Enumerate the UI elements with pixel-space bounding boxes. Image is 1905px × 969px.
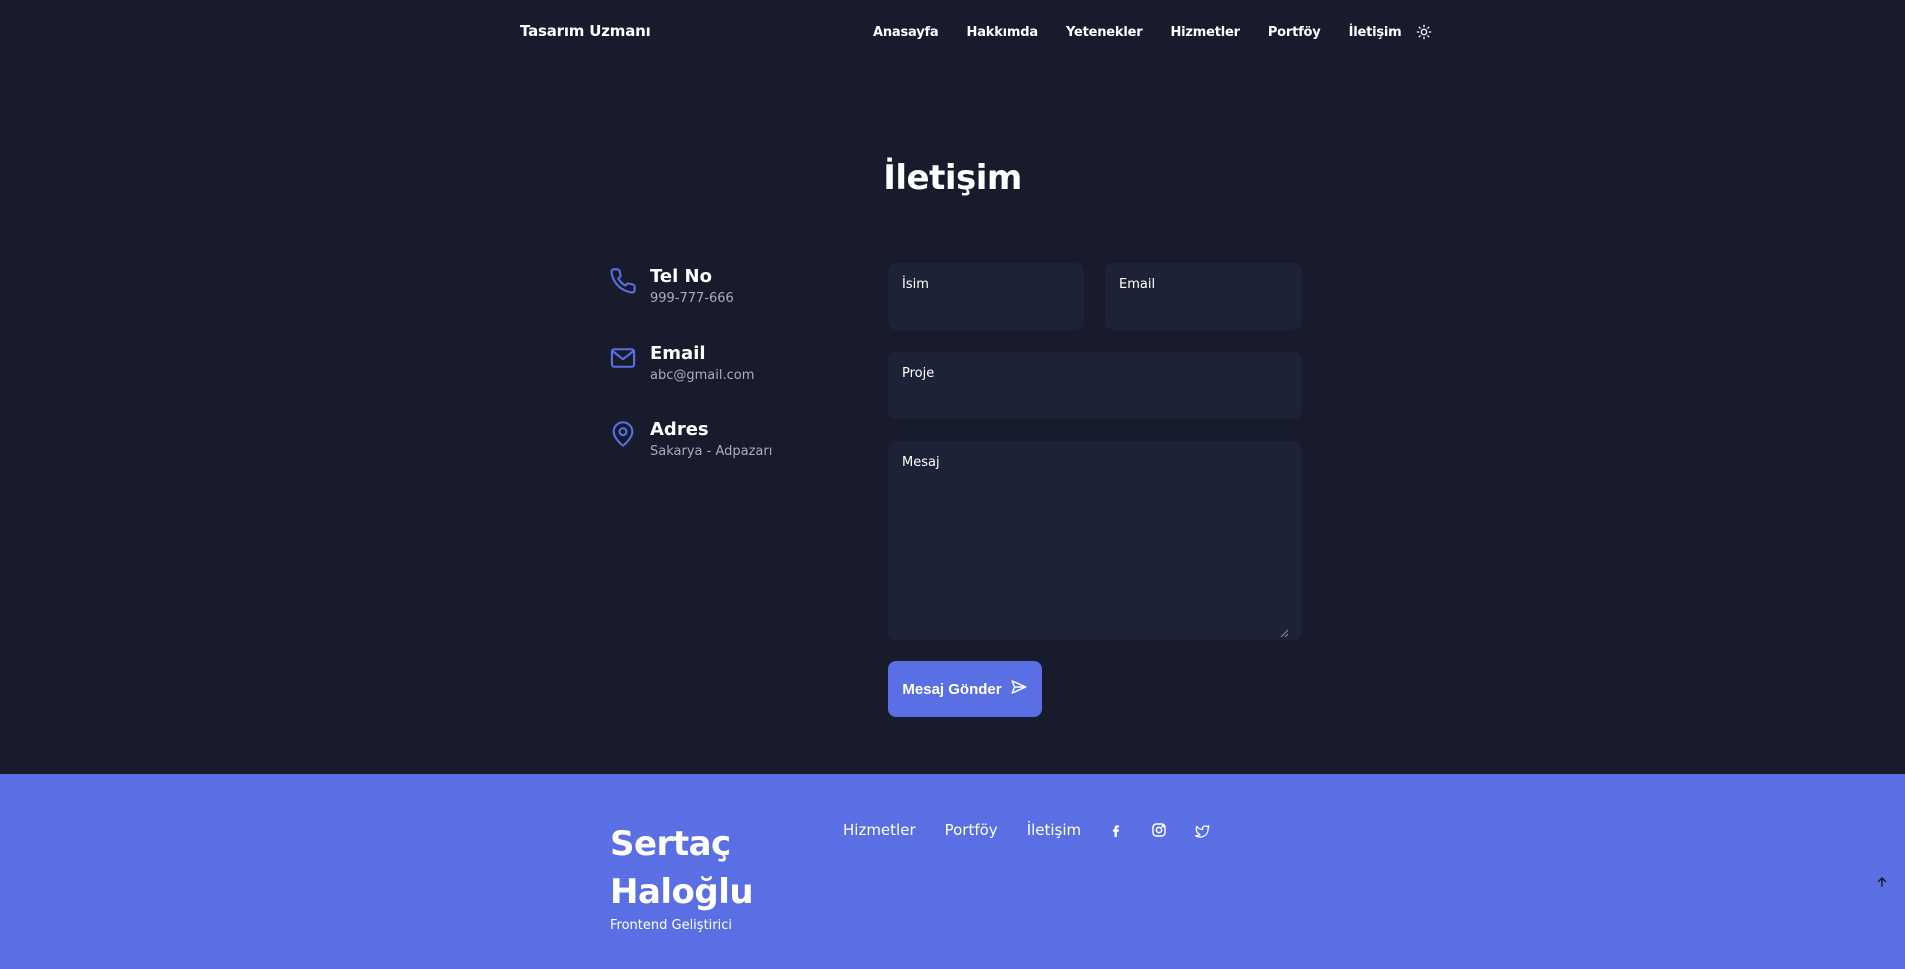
footer: Sertaç Haloğlu Frontend Geliştirici Hizm…	[0, 774, 1905, 969]
footer-name-last: Haloğlu	[610, 872, 754, 912]
phone-icon	[609, 267, 639, 297]
nav-link-services[interactable]: Hizmetler	[1170, 25, 1240, 40]
project-input[interactable]	[888, 352, 1302, 419]
nav-link-about[interactable]: Hakkımda	[967, 25, 1039, 40]
mail-icon	[609, 344, 639, 374]
email-input[interactable]	[1105, 263, 1302, 330]
contact-info-title: Email	[650, 343, 706, 364]
contact-info-value: abc@gmail.com	[650, 368, 755, 383]
contact-info-address: Adres Sakarya - Adpazarı	[609, 418, 772, 459]
contact-info-email: Email abc@gmail.com	[609, 342, 754, 383]
send-message-label: Mesaj Gönder	[902, 680, 1002, 698]
message-field[interactable]: Mesaj	[888, 441, 1302, 640]
resize-grip-icon[interactable]	[1280, 622, 1289, 638]
send-message-button[interactable]: Mesaj Gönder	[888, 661, 1042, 717]
nav-link-portfolio[interactable]: Portföy	[1268, 25, 1321, 40]
top-navbar: Tasarım Uzmanı Anasayfa Hakkımda Yetenek…	[0, 0, 1905, 64]
footer-name-first: Sertaç	[610, 824, 731, 864]
footer-name: Sertaç Haloğlu	[610, 820, 754, 916]
email-field[interactable]: Email	[1105, 263, 1302, 330]
main-nav: Anasayfa Hakkımda Yetenekler Hizmetler P…	[873, 23, 1433, 41]
footer-link-contact[interactable]: İletişim	[1027, 821, 1081, 839]
send-icon	[1002, 678, 1028, 700]
nav-link-contact[interactable]: İletişim	[1349, 25, 1402, 40]
footer-role: Frontend Geliştirici	[610, 918, 732, 933]
section-title: İletişim	[883, 158, 1022, 198]
name-field[interactable]: İsim	[888, 263, 1084, 330]
message-textarea[interactable]	[888, 441, 1302, 640]
contact-info-phone: Tel No 999-777-666	[609, 265, 734, 306]
arrow-up-icon[interactable]	[1874, 874, 1890, 890]
sun-icon[interactable]	[1415, 23, 1433, 41]
contact-info-title: Adres	[650, 419, 709, 440]
name-input[interactable]	[888, 263, 1084, 330]
footer-link-portfolio[interactable]: Portföy	[945, 821, 998, 839]
nav-link-skills[interactable]: Yetenekler	[1066, 25, 1143, 40]
site-logo[interactable]: Tasarım Uzmanı	[520, 22, 651, 40]
instagram-icon[interactable]	[1149, 820, 1169, 840]
footer-nav: Hizmetler Portföy İletişim	[843, 820, 1235, 840]
nav-link-home[interactable]: Anasayfa	[873, 25, 939, 40]
footer-link-services[interactable]: Hizmetler	[843, 821, 916, 839]
contact-info-value: 999-777-666	[650, 291, 734, 306]
twitter-icon[interactable]	[1192, 820, 1212, 840]
social-links	[1106, 820, 1235, 840]
contact-info-title: Tel No	[650, 266, 712, 287]
facebook-icon[interactable]	[1106, 820, 1126, 840]
contact-info-value: Sakarya - Adpazarı	[650, 444, 773, 459]
page: Tasarım Uzmanı Anasayfa Hakkımda Yetenek…	[0, 0, 1905, 969]
location-pin-icon	[609, 420, 639, 450]
project-field[interactable]: Proje	[888, 352, 1302, 419]
